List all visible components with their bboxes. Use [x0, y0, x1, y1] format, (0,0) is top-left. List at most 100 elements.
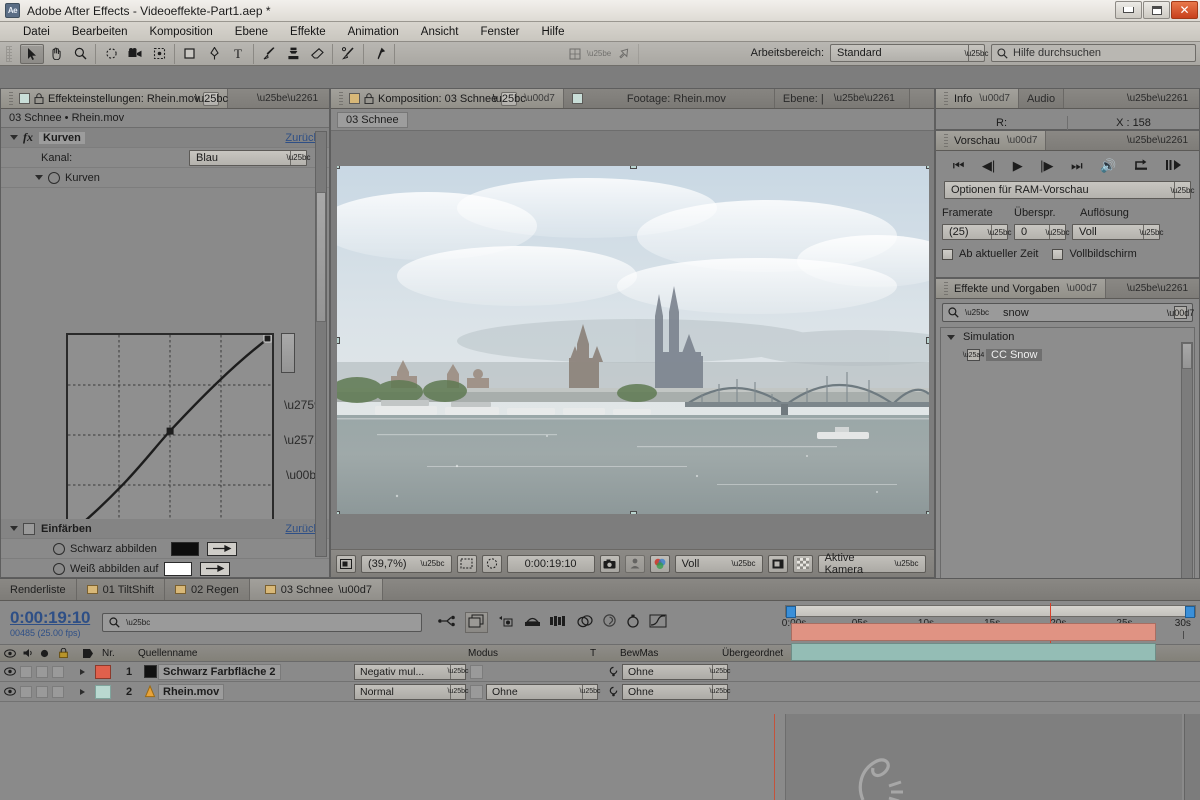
text-tool[interactable]: T	[226, 44, 250, 64]
ram-preview-button[interactable]	[1166, 159, 1182, 174]
region-of-interest-icon[interactable]	[456, 554, 477, 573]
graph-editor-icon[interactable]	[602, 614, 617, 631]
snapping-toggle-icon[interactable]	[563, 44, 587, 64]
stopwatch-icon[interactable]	[53, 542, 65, 555]
column-t[interactable]: T	[590, 648, 620, 659]
close-button[interactable]: ✕	[1171, 1, 1198, 19]
resolution-select[interactable]: Voll \u25bc	[674, 554, 763, 573]
layer-visibility-toggle[interactable]	[0, 662, 20, 681]
help-search-input[interactable]: Hilfe durchsuchen	[991, 44, 1196, 62]
timeline-vertical-scrollbar[interactable]	[1184, 714, 1200, 800]
loop-button[interactable]	[1134, 158, 1149, 174]
layer-mode-select[interactable]: Negativ mul... \u25bc	[354, 663, 469, 680]
tab-effekte-vorgaben[interactable]: Effekte und Vorgaben \u00d7	[936, 279, 1107, 298]
clone-stamp-tool[interactable]	[281, 44, 305, 64]
chevron-down-icon[interactable]: \u25bc	[126, 618, 150, 627]
layer-preserve-transparency-toggle[interactable]	[469, 664, 483, 679]
layer-lock-toggle[interactable]	[52, 685, 64, 698]
table-row[interactable]: 1 Schwarz Farbfläche 2 Negativ mul... \u…	[0, 662, 1200, 682]
channel-icon[interactable]	[649, 554, 670, 573]
layer-parent-select[interactable]: Ohne \u25bc	[622, 683, 731, 700]
tab-ebene[interactable]: Ebene: | \u25be\u2261	[774, 89, 910, 108]
tab-komposition[interactable]: Komposition: 03 Schnee \u25bc \u00d7	[331, 89, 564, 108]
column-quellenname[interactable]: Quellenname	[138, 648, 468, 659]
effect-enable-checkbox[interactable]	[23, 522, 35, 535]
selection-tool[interactable]	[20, 43, 44, 64]
effect-item-cc-snow[interactable]: \u25a4 CC Snow	[941, 346, 1194, 364]
work-area-start-handle[interactable]	[786, 606, 796, 618]
chevron-down-icon[interactable]: \u25be	[587, 44, 611, 64]
selection-handle[interactable]	[925, 166, 929, 169]
timeline-current-time[interactable]: 0:00:19:10	[10, 608, 90, 628]
disclosure-triangle-icon[interactable]	[10, 526, 18, 531]
selection-handle[interactable]	[629, 511, 637, 514]
disclosure-triangle-icon[interactable]	[10, 135, 18, 140]
composition-mini-flowchart-icon[interactable]	[438, 615, 456, 630]
tab-01-tiltshift[interactable]: 01 TiltShift	[76, 579, 165, 600]
timeline-tracks[interactable]	[785, 622, 1182, 662]
layer-name[interactable]: Rhein.mov	[158, 683, 225, 700]
from-current-time-checkbox[interactable]	[942, 248, 953, 260]
effects-category-simulation[interactable]: Simulation	[941, 328, 1194, 346]
panel-menu-button[interactable]: \u25be\u2261	[251, 89, 324, 108]
frame-blending-icon[interactable]	[524, 615, 541, 630]
next-frame-button[interactable]: |▶	[1040, 158, 1053, 174]
maximize-button[interactable]	[1143, 1, 1170, 19]
menu-bearbeiten[interactable]: Bearbeiten	[61, 22, 139, 42]
menu-datei[interactable]: Datei	[12, 22, 61, 42]
show-snapshot-icon[interactable]	[624, 554, 645, 573]
hand-tool[interactable]	[44, 44, 68, 64]
white-color-swatch[interactable]	[164, 561, 193, 576]
menu-animation[interactable]: Animation	[337, 22, 410, 42]
menu-hilfe[interactable]: Hilfe	[531, 22, 576, 42]
channel-select[interactable]: Blau \u25bc	[189, 149, 311, 166]
brush-tool[interactable]	[257, 44, 281, 64]
menu-effekte[interactable]: Effekte	[279, 22, 337, 42]
workspace-select[interactable]: Standard \u25bc	[830, 44, 989, 62]
timeline-track-background[interactable]	[785, 714, 1182, 800]
layer-preserve-transparency-toggle[interactable]	[469, 684, 483, 699]
rotation-tool[interactable]	[99, 44, 123, 64]
layer-audio-toggle[interactable]	[20, 685, 32, 698]
layer-track-matte-select[interactable]: Ohne \u25bc	[486, 683, 601, 700]
current-time-display[interactable]: 0:00:19:10	[506, 554, 595, 573]
minimize-button[interactable]	[1115, 1, 1142, 19]
previous-frame-button[interactable]: ◀|	[982, 158, 995, 174]
breadcrumb-comp-name[interactable]: 03 Schnee	[337, 111, 408, 128]
timeline-empty-area[interactable]	[0, 714, 1200, 800]
zoom-select[interactable]: (39,7%) \u25bc	[361, 554, 452, 573]
close-icon[interactable]: \u00d7	[1007, 135, 1038, 146]
column-nr[interactable]: Nr.	[102, 648, 138, 659]
puppet-pin-tool[interactable]	[367, 44, 391, 64]
pen-tool[interactable]	[202, 44, 226, 64]
disclosure-triangle-icon[interactable]	[35, 175, 43, 180]
audio-toggle-button[interactable]: 🔊	[1100, 158, 1116, 174]
layer-bar-1[interactable]	[791, 623, 1156, 641]
panel-menu-button[interactable]: \u25be\u2261	[1121, 279, 1194, 298]
disclosure-triangle-icon[interactable]	[79, 668, 85, 675]
preview-resolution-select[interactable]: Voll \u25bc	[1072, 224, 1164, 240]
tab-02-regen[interactable]: 02 Regen	[165, 579, 250, 600]
layer-bar-2[interactable]	[791, 643, 1156, 661]
scrollbar-thumb[interactable]	[316, 192, 326, 322]
chevron-down-icon[interactable]: \u25bc	[965, 308, 989, 317]
timecode-block[interactable]: 0:00:19:10 00485 (25.00 fps)	[0, 601, 90, 644]
timeline-search-input[interactable]: \u25bc	[102, 613, 423, 632]
disclosure-triangle-icon[interactable]	[79, 688, 85, 695]
effect-reset-link[interactable]: Zurück	[285, 132, 319, 144]
effect-reset-link[interactable]: Zurück	[285, 523, 319, 535]
chevron-down-icon[interactable]: \u25bc	[195, 91, 228, 106]
layer-parent-select[interactable]: Ohne \u25bc	[622, 663, 731, 680]
eraser-tool[interactable]	[305, 44, 329, 64]
stopwatch-icon[interactable]	[48, 171, 60, 184]
layer-solo-toggle[interactable]	[36, 685, 48, 698]
menu-ebene[interactable]: Ebene	[224, 22, 279, 42]
layer-audio-toggle[interactable]	[20, 665, 32, 678]
column-bewmas[interactable]: BewMas	[620, 648, 722, 659]
parent-pickwhip-icon[interactable]	[604, 662, 622, 681]
roto-brush-tool[interactable]	[336, 44, 360, 64]
effect-header-kurven[interactable]: fx Kurven Zurück	[1, 128, 329, 148]
framerate-select[interactable]: (25) \u25bc	[942, 224, 1012, 240]
layer-label-color[interactable]	[95, 664, 111, 679]
pan-behind-tool[interactable]	[147, 44, 171, 64]
